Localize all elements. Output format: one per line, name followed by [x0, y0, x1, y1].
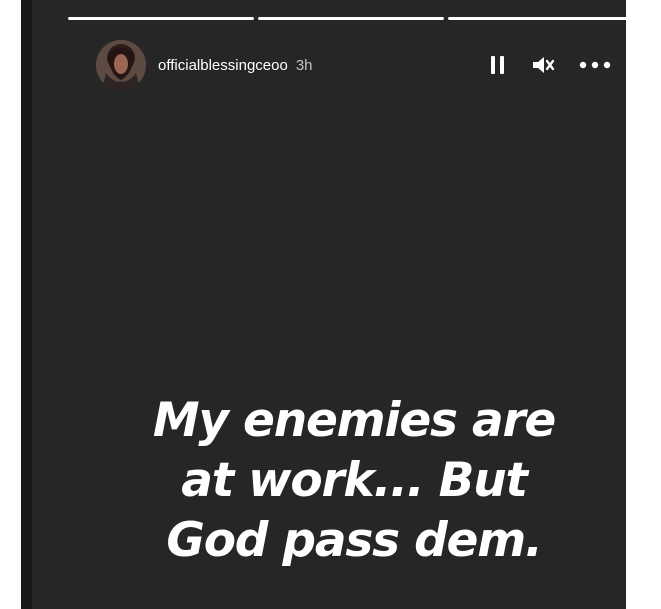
- story-text-content: My enemies are at work... But God pass d…: [102, 391, 606, 571]
- story-progress-segment-3: [448, 17, 634, 20]
- more-options-button[interactable]: [576, 52, 614, 78]
- mute-button[interactable]: [529, 52, 557, 78]
- story-header: officialblessingceoo 3h: [96, 40, 636, 90]
- story-card: officialblessingceoo 3h My enemies are a…: [32, 0, 634, 609]
- story-progress-segment-1: [68, 17, 254, 20]
- avatar-image-icon: [96, 40, 146, 90]
- story-progress-fill-1: [68, 17, 254, 20]
- more-options-icon: [579, 61, 611, 69]
- story-progress-segment-2: [258, 17, 444, 20]
- story-controls: [486, 52, 636, 78]
- story-text-line-2: at work... But: [181, 453, 528, 508]
- story-viewer-page: officialblessingceoo 3h My enemies are a…: [0, 0, 661, 609]
- story-time-ago: 3h: [295, 56, 313, 74]
- story-left-edge: [21, 0, 32, 609]
- story-progress-fill-2: [258, 17, 444, 20]
- page-right-margin: [626, 0, 661, 609]
- avatar[interactable]: [96, 40, 146, 90]
- story-text-line-1: My enemies are: [152, 393, 556, 448]
- mute-icon: [533, 57, 555, 73]
- pause-icon: [491, 56, 504, 74]
- story-text-line-3: God pass dem.: [166, 513, 542, 568]
- story-progress-bars: [68, 17, 634, 20]
- story-username[interactable]: officialblessingceoo: [158, 58, 288, 73]
- pause-button[interactable]: [486, 52, 510, 78]
- story-progress-fill-3: [448, 17, 634, 20]
